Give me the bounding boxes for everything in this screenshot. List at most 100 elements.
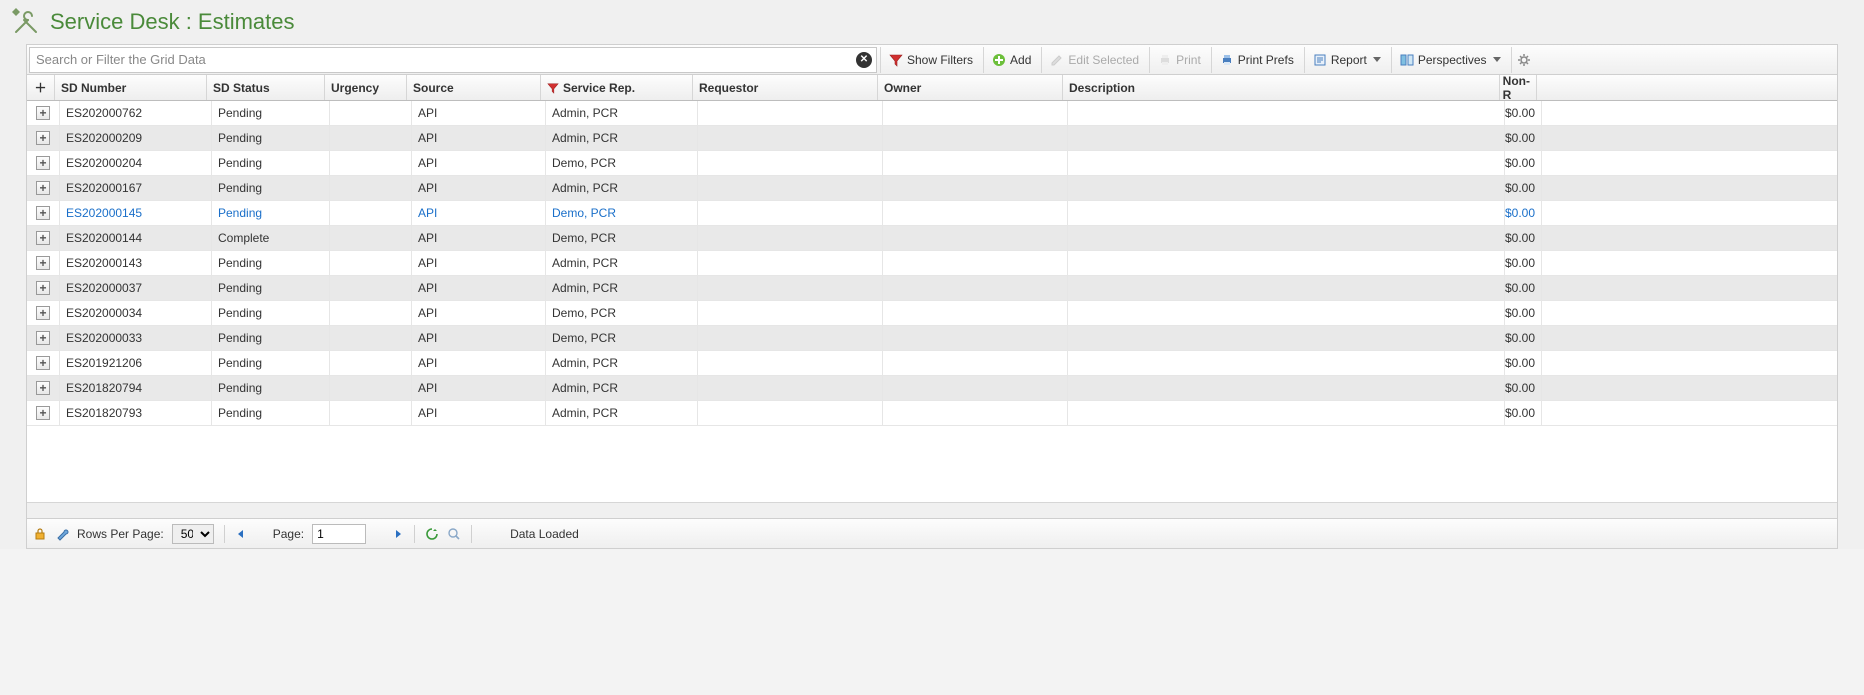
rows-per-page-select[interactable]: 50 <box>172 524 214 544</box>
toolbar-label: Show Filters <box>907 53 973 67</box>
table-row[interactable]: +ES202000762PendingAPIAdmin, PCR$0.00 <box>27 101 1837 126</box>
report-button[interactable]: Report <box>1304 47 1389 73</box>
cell-non-r: $0.00 <box>1505 376 1542 400</box>
expand-row-button[interactable]: + <box>36 331 50 345</box>
toolbar-label: Print Prefs <box>1238 53 1294 67</box>
table-row[interactable]: +ES202000033PendingAPIDemo, PCR$0.00 <box>27 326 1837 351</box>
table-row[interactable]: +ES202000167PendingAPIAdmin, PCR$0.00 <box>27 176 1837 201</box>
expand-row-button[interactable]: + <box>36 181 50 195</box>
cell-sd-number: ES202000033 <box>60 326 212 350</box>
chevron-down-icon <box>1493 57 1501 62</box>
cell-sd-number: ES202000145 <box>60 201 212 225</box>
print-prefs-button[interactable]: Print Prefs <box>1211 47 1302 73</box>
clear-search-icon[interactable] <box>856 52 872 68</box>
expand-cell: + <box>27 201 60 225</box>
toolbar-label: Edit Selected <box>1068 53 1139 67</box>
column-header-service-rep[interactable]: Service Rep. <box>541 75 693 100</box>
search-input[interactable] <box>30 48 876 72</box>
column-header-description[interactable]: Description <box>1063 75 1500 100</box>
perspectives-button[interactable]: Perspectives <box>1391 47 1509 73</box>
table-row[interactable]: +ES201820793PendingAPIAdmin, PCR$0.00 <box>27 401 1837 426</box>
column-header-owner[interactable]: Owner <box>878 75 1063 100</box>
column-header-sd-number[interactable]: SD Number <box>55 75 207 100</box>
cell-requestor <box>698 176 883 200</box>
table-row[interactable]: +ES202000143PendingAPIAdmin, PCR$0.00 <box>27 251 1837 276</box>
cell-sd-number: ES202000762 <box>60 101 212 125</box>
prev-page-button[interactable] <box>235 528 247 540</box>
next-page-button[interactable] <box>392 528 404 540</box>
cell-urgency <box>330 376 412 400</box>
expand-row-button[interactable]: + <box>36 256 50 270</box>
cell-source: API <box>412 151 546 175</box>
expand-row-button[interactable]: + <box>36 381 50 395</box>
cell-owner <box>883 201 1068 225</box>
print-button[interactable]: Print <box>1149 47 1209 73</box>
expand-row-button[interactable]: + <box>36 231 50 245</box>
table-row[interactable]: +ES202000145PendingAPIDemo, PCR$0.00 <box>27 201 1837 226</box>
lock-icon[interactable] <box>33 527 47 541</box>
cell-urgency <box>330 201 412 225</box>
cell-sd-status: Pending <box>212 251 330 275</box>
edit-selected-button[interactable]: Edit Selected <box>1041 47 1147 73</box>
cell-sd-number: ES202000209 <box>60 126 212 150</box>
status-text: Data Loaded <box>510 527 579 541</box>
cell-source: API <box>412 351 546 375</box>
wrench-icon[interactable] <box>55 527 69 541</box>
expand-row-button[interactable]: + <box>36 281 50 295</box>
title-bar: Service Desk : Estimates <box>0 0 1864 44</box>
table-row[interactable]: +ES202000209PendingAPIAdmin, PCR$0.00 <box>27 126 1837 151</box>
search-field-wrap <box>29 47 877 73</box>
column-header-source[interactable]: Source <box>407 75 541 100</box>
cell-sd-status: Complete <box>212 226 330 250</box>
table-row[interactable]: +ES201820794PendingAPIAdmin, PCR$0.00 <box>27 376 1837 401</box>
page-label: Page: <box>273 527 304 541</box>
expand-row-button[interactable]: + <box>36 206 50 220</box>
table-row[interactable]: +ES202000144CompleteAPIDemo, PCR$0.00 <box>27 226 1837 251</box>
table-row[interactable]: +ES202000204PendingAPIDemo, PCR$0.00 <box>27 151 1837 176</box>
cell-service-rep: Demo, PCR <box>546 226 698 250</box>
page-input[interactable] <box>312 524 366 544</box>
pencil-icon <box>1050 53 1064 67</box>
refresh-button[interactable] <box>425 527 439 541</box>
cell-urgency <box>330 226 412 250</box>
cell-non-r: $0.00 <box>1505 301 1542 325</box>
cell-source: API <box>412 301 546 325</box>
cell-non-r: $0.00 <box>1505 276 1542 300</box>
column-header-non-r[interactable]: Non-R <box>1500 75 1537 100</box>
cell-source: API <box>412 276 546 300</box>
column-header-sd-status[interactable]: SD Status <box>207 75 325 100</box>
cell-source: API <box>412 201 546 225</box>
table-row[interactable]: +ES201921206PendingAPIAdmin, PCR$0.00 <box>27 351 1837 376</box>
column-header-requestor[interactable]: Requestor <box>693 75 878 100</box>
funnel-icon <box>889 53 903 67</box>
expand-row-button[interactable]: + <box>36 356 50 370</box>
cell-service-rep: Admin, PCR <box>546 401 698 425</box>
cell-source: API <box>412 326 546 350</box>
cell-description <box>1068 376 1505 400</box>
cell-description <box>1068 351 1505 375</box>
cell-sd-number: ES201921206 <box>60 351 212 375</box>
cell-description <box>1068 201 1505 225</box>
expand-row-button[interactable]: + <box>36 156 50 170</box>
column-header-expand[interactable]: ＋ <box>27 75 55 100</box>
add-button[interactable]: Add <box>983 47 1039 73</box>
expand-row-button[interactable]: + <box>36 306 50 320</box>
horizontal-scrollbar[interactable] <box>27 502 1837 518</box>
expand-row-button[interactable]: + <box>36 106 50 120</box>
printer-icon <box>1158 53 1172 67</box>
cell-non-r: $0.00 <box>1505 101 1542 125</box>
show-filters-button[interactable]: Show Filters <box>880 47 981 73</box>
expand-row-button[interactable]: + <box>36 131 50 145</box>
expand-cell: + <box>27 176 60 200</box>
cell-sd-status: Pending <box>212 201 330 225</box>
cell-requestor <box>698 276 883 300</box>
expand-row-button[interactable]: + <box>36 406 50 420</box>
zoom-button[interactable] <box>447 527 461 541</box>
table-row[interactable]: +ES202000034PendingAPIDemo, PCR$0.00 <box>27 301 1837 326</box>
cell-description <box>1068 101 1505 125</box>
column-header-urgency[interactable]: Urgency <box>325 75 407 100</box>
settings-button[interactable] <box>1511 47 1537 73</box>
table-row[interactable]: +ES202000037PendingAPIAdmin, PCR$0.00 <box>27 276 1837 301</box>
funnel-icon <box>547 82 559 94</box>
rows-per-page-label: Rows Per Page: <box>77 527 164 541</box>
